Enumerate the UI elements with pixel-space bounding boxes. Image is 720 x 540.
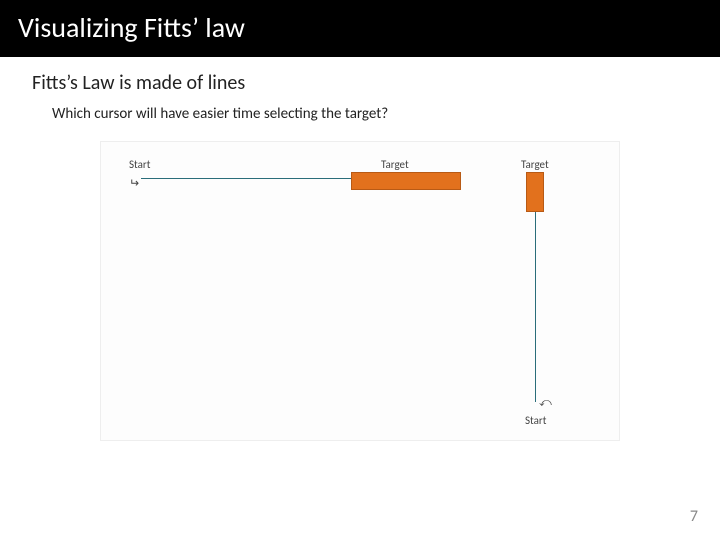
start-left-label: Start	[129, 158, 150, 171]
path-vertical	[535, 212, 536, 402]
target-mid-label: Target	[381, 158, 409, 171]
path-horizontal	[141, 178, 351, 179]
slide-content: Fitts’s Law is made of lines Which curso…	[0, 57, 720, 441]
page-number: 7	[690, 507, 698, 526]
cursor-bottom-icon: ⤺	[539, 396, 552, 410]
slide-title: Visualizing Fitts’ law	[18, 10, 245, 45]
target-mid-box	[351, 172, 461, 190]
target-right-label: Target	[521, 158, 549, 171]
fitts-diagram: Start ↵ Target Target ⤺ Start	[100, 141, 620, 441]
question-text: Which cursor will have easier time selec…	[52, 105, 688, 123]
subtitle-text: Fitts’s Law is made of lines	[32, 71, 688, 95]
target-right-box	[526, 172, 544, 212]
start-bottom-label: Start	[525, 414, 546, 427]
cursor-left-icon: ↵	[129, 176, 139, 191]
slide-title-bar: Visualizing Fitts’ law	[0, 0, 720, 57]
